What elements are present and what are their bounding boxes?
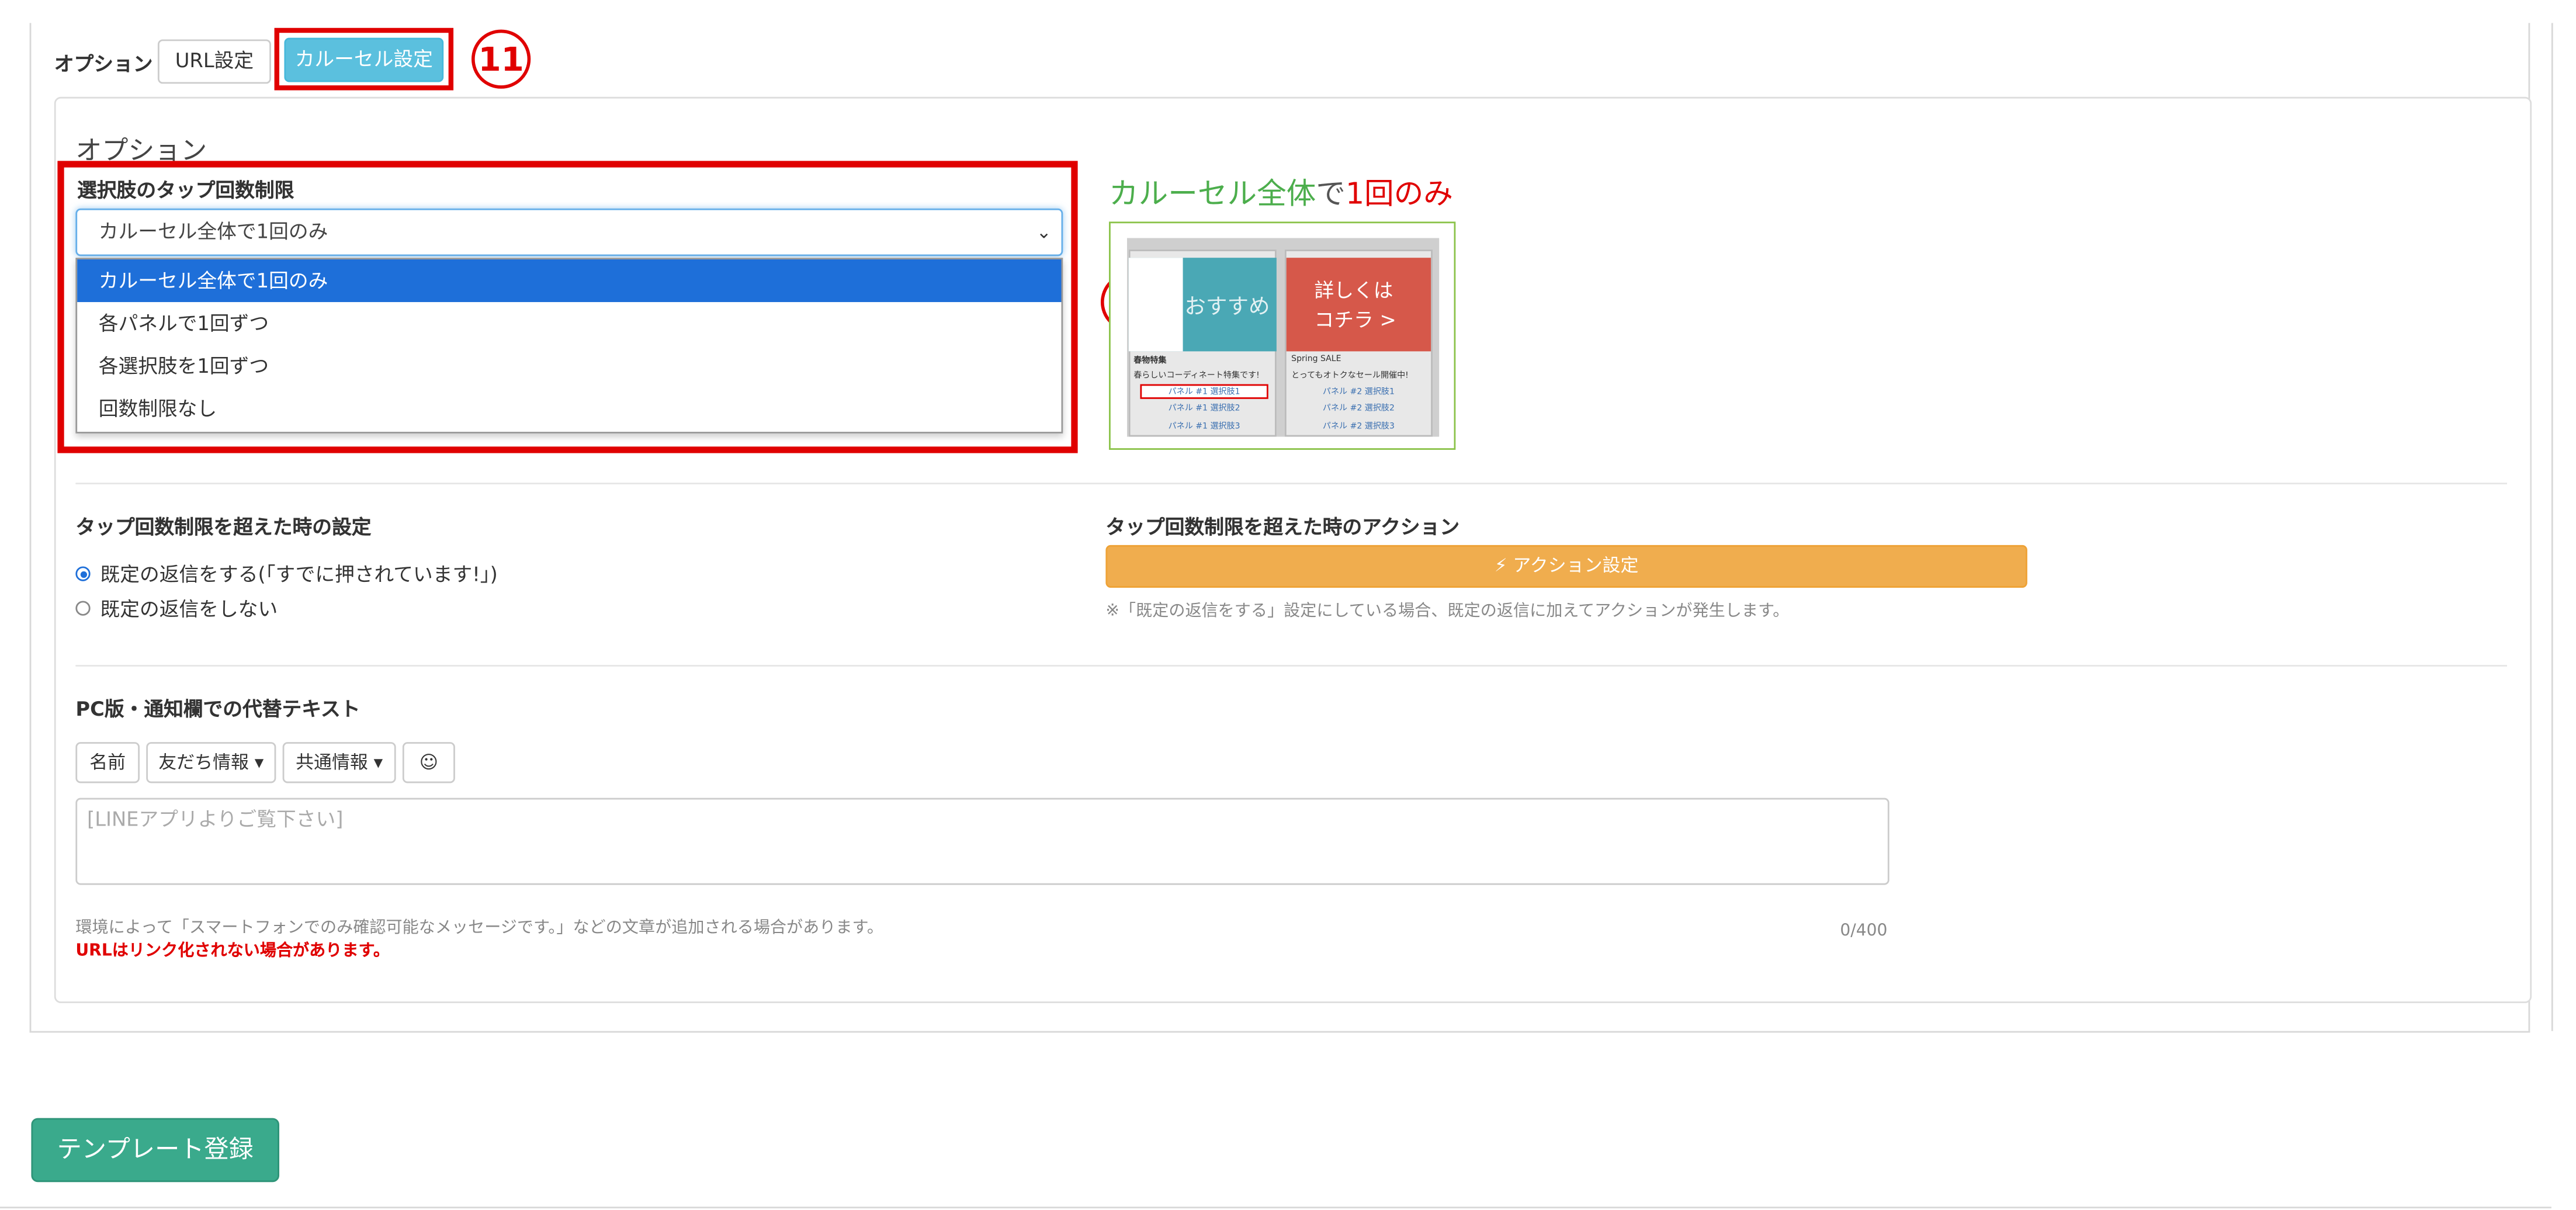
dropdown-option[interactable]: カルーセル全体で1回のみ	[77, 259, 1062, 303]
action-settings-button[interactable]: ⚡ アクション設定	[1105, 545, 2027, 588]
preview-card-line: コチラ >	[1314, 308, 1396, 332]
preview-title-part: 1回のみ	[1345, 177, 1453, 212]
preview-card-desc: 春らしいコーディネート特集です!	[1133, 371, 1260, 381]
selected-value: カルーセル全体で1回のみ	[98, 220, 328, 243]
divider	[0, 1206, 2551, 1209]
tap-limit-dropdown: カルーセル全体で1回のみ 各パネルで1回ずつ 各選択肢を1回ずつ 回数制限なし	[75, 258, 1063, 434]
action-note: ※「既定の返信をする」設定にしている場合、既定の返信に加えてアクションが発生しま…	[1105, 602, 1790, 621]
preview-card-text: 詳しくは コチラ >	[1315, 276, 1396, 335]
radio-label: 既定の返信をしない	[100, 597, 278, 621]
preview-card-image	[1128, 258, 1183, 352]
over-limit-label: タップ回数制限を超えた時の設定	[75, 515, 372, 539]
carousel-settings-tab[interactable]: カルーセル設定	[284, 37, 444, 82]
dropdown-option[interactable]: 各選択肢を1回ずつ	[77, 345, 1061, 387]
preview-title-part: で	[1316, 177, 1346, 212]
tap-limit-select[interactable]: カルーセル全体で1回のみ ⌄	[75, 208, 1063, 256]
help-text: 環境によって「スマートフォンでのみ確認可能なメッセージです。」などの文章が追加さ…	[75, 919, 883, 938]
radio-unchecked-icon	[75, 601, 91, 616]
radio-default-reply[interactable]: 既定の返信をする(「すでに押されています!」)	[75, 560, 498, 588]
divider	[75, 665, 2507, 667]
preview-card-line: 詳しくは	[1314, 279, 1393, 303]
chevron-down-icon: ⌄	[1036, 221, 1052, 243]
char-counter: 0/400	[1840, 923, 1888, 941]
radio-label: 既定の返信をする(「すでに押されています!」)	[100, 563, 498, 587]
preview-card-title: Spring SALE	[1291, 354, 1341, 365]
tap-limit-label: 選択肢のタップ回数制限	[77, 179, 294, 202]
url-settings-tab[interactable]: URL設定	[157, 39, 271, 84]
preview-card-title: 春物特集	[1133, 356, 1167, 366]
common-info-dropdown[interactable]: 共通情報 ▾	[282, 742, 396, 783]
svg-text:11: 11	[479, 41, 524, 79]
preview-title: カルーセル全体で1回のみ	[1109, 171, 1453, 213]
preview-card-option: パネル #2 選択肢2	[1322, 404, 1395, 414]
friend-info-dropdown[interactable]: 友だち情報 ▾	[146, 742, 276, 783]
register-template-button[interactable]: テンプレート登録	[31, 1118, 280, 1183]
preview-card-option: パネル #2 選択肢3	[1322, 422, 1395, 432]
over-limit-action-label: タップ回数制限を超えた時のアクション	[1105, 515, 1460, 539]
preview-title-part: カルーセル全体	[1109, 177, 1316, 212]
insert-name-button[interactable]: 名前	[75, 742, 140, 783]
preview-card-text: おすすめ	[1184, 295, 1270, 320]
dropdown-option[interactable]: 各パネルで1回ずつ	[77, 302, 1061, 345]
warning-text: URLはリンク化されない場合があります。	[75, 942, 390, 961]
preview-card-option: パネル #1 選択肢3	[1168, 422, 1240, 432]
radio-no-reply[interactable]: 既定の返信をしない	[75, 594, 278, 622]
step-marker-11: 11	[471, 29, 531, 89]
preview-card-option: パネル #2 選択肢1	[1322, 387, 1395, 398]
divider	[75, 483, 2507, 484]
preview-card-option: パネル #1 選択肢2	[1168, 404, 1240, 414]
preview-card-option: パネル #1 選択肢1	[1168, 387, 1240, 398]
divider	[2551, 23, 2553, 1031]
dropdown-option[interactable]: 回数制限なし	[77, 387, 1061, 430]
alt-text-input[interactable]: [LINEアプリよりご覧下さい]	[75, 798, 1889, 885]
emoji-icon[interactable]: ☺	[402, 742, 455, 783]
alt-text-label: PC版・通知欄での代替テキスト	[75, 698, 360, 721]
page: オプション URL設定 カルーセル設定 11 オプション 選択肢のタップ回数制限…	[0, 0, 2576, 1210]
preview-card-desc: とってもオトクなセール開催中!	[1291, 371, 1409, 381]
options-label: オプション	[54, 52, 153, 76]
radio-checked-icon	[75, 566, 91, 581]
